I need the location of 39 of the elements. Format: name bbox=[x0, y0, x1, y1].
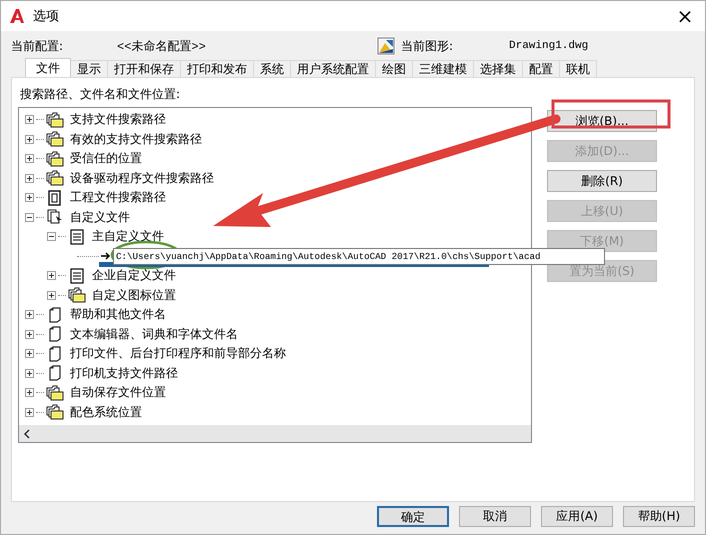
tab[interactable]: 打开和保存 bbox=[107, 60, 181, 77]
tree-item[interactable]: 配色系统位置 bbox=[70, 404, 142, 421]
tree-item[interactable]: 工程文件搜索路径 bbox=[70, 189, 166, 206]
dialog-button[interactable]: 确定 bbox=[377, 506, 449, 527]
tab[interactable]: 选择集 bbox=[473, 60, 523, 77]
tree-item[interactable]: 企业自定义文件 bbox=[92, 267, 176, 284]
path-input-field[interactable]: C:\Users\yuanchj\AppData\Roaming\Autodesk\AutoCAD 2017\R21.0\chs\Support\acad bbox=[113, 248, 605, 265]
drawing-name: Drawing1.dwg bbox=[509, 40, 588, 52]
tab[interactable]: 打印和发布 bbox=[180, 60, 254, 77]
tree-item[interactable]: 打印机支持文件路径 bbox=[70, 364, 178, 382]
tree-item[interactable]: 自定义图标位置 bbox=[92, 286, 176, 304]
tab[interactable]: 三维建模 bbox=[412, 60, 474, 77]
tab[interactable]: 绘图 bbox=[375, 60, 413, 77]
window-title: 选项 bbox=[33, 8, 59, 25]
tree-item[interactable]: 自定义文件 bbox=[70, 208, 130, 226]
tab[interactable]: 联机 bbox=[559, 60, 597, 77]
tree-item[interactable]: 主自定义文件 bbox=[92, 228, 164, 246]
tree-item[interactable]: 自动保存文件位置 bbox=[70, 384, 166, 402]
tab[interactable]: 显示 bbox=[70, 60, 108, 77]
profile-label: 当前配置: bbox=[11, 38, 64, 54]
tab[interactable]: 文件 bbox=[25, 58, 71, 77]
tree-item[interactable]: 设备驱动程序文件搜索路径 bbox=[70, 170, 214, 187]
profile-name: <<未命名配置>> bbox=[117, 38, 207, 54]
tab[interactable]: 系统 bbox=[253, 60, 291, 77]
tree-item[interactable]: 受信任的位置 bbox=[70, 150, 142, 168]
dialog-button[interactable]: 取消 bbox=[459, 506, 531, 527]
tab[interactable]: 用户系统配置 bbox=[290, 60, 376, 77]
tree-item[interactable]: 帮助和其他文件名 bbox=[70, 306, 166, 324]
dialog-button[interactable]: 应用(A) bbox=[541, 506, 613, 527]
tree-label: 搜索路径、文件名和文件位置: bbox=[20, 86, 182, 103]
drawing-label: 当前图形: bbox=[401, 38, 454, 54]
dialog-button[interactable]: 帮助(H) bbox=[623, 506, 695, 527]
tree-item[interactable]: 支持文件搜索路径 bbox=[70, 111, 166, 128]
side-button[interactable]: 删除(R) bbox=[547, 170, 657, 192]
tab[interactable]: 配置 bbox=[522, 60, 560, 77]
tree-item[interactable]: 文本编辑器、词典和字体文件名 bbox=[70, 326, 238, 343]
tree-item[interactable]: 有效的支持文件搜索路径 bbox=[70, 130, 202, 148]
tree-item[interactable]: 打印文件、后台打印程序和前导部分名称 bbox=[70, 345, 286, 362]
close-button[interactable]: × bbox=[665, 1, 705, 31]
